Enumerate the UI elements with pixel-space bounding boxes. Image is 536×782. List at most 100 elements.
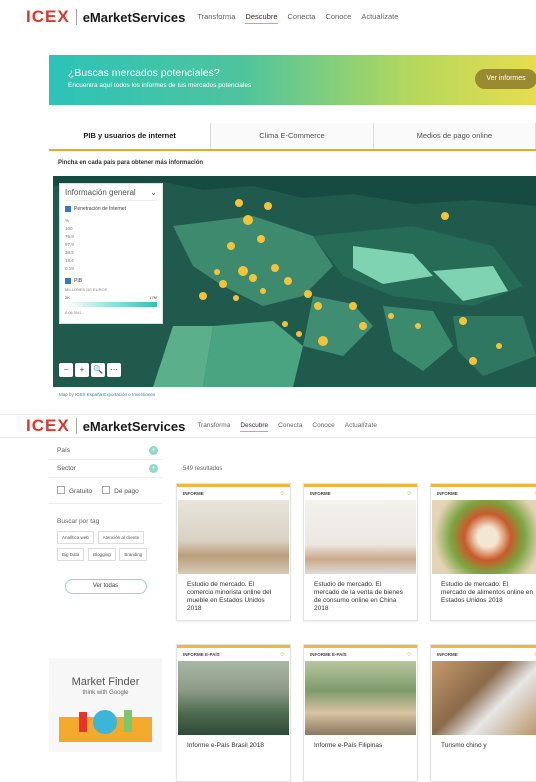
pib-min: 2K [65, 295, 70, 300]
ver-informes-button[interactable]: Ver informes [475, 69, 536, 89]
card-title[interactable]: Informe e-País Brasil 2018 [177, 735, 290, 757]
penetration-scale: % 100 76.9 57.9 38.5 19.6 0.19 [65, 217, 157, 273]
nav-link-actualizate[interactable]: Actualízate [345, 420, 377, 432]
chevron-down-icon[interactable]: ⌄ [150, 188, 157, 197]
logo-separator [75, 418, 77, 434]
card-title[interactable]: Estudio de mercado. El mercado de la ven… [304, 574, 417, 621]
nav-link-conecta[interactable]: Conecta [288, 10, 316, 24]
tag-item[interactable]: Blogging [88, 548, 116, 561]
heart-icon[interactable]: ♡ [280, 491, 284, 496]
heart-icon[interactable]: ♡ [407, 491, 411, 496]
card-image [178, 661, 289, 735]
tab-medios-pago[interactable]: Medios de pago online [373, 123, 536, 149]
market-finder-illustration [59, 710, 152, 742]
zoom-out-button[interactable]: − [59, 363, 73, 377]
filter-sidebar: País + Sector + Gratuito De pago Buscar po… [49, 442, 162, 594]
promo-banner: ¿Buscas mercados potenciales? Encuentra … [49, 55, 536, 105]
report-card[interactable]: INFORME E-PAÍS ♡ Informe e-País Filipinas [303, 644, 418, 782]
scale-value: 38.5 [65, 250, 74, 255]
top-nav-secondary: ICEX eMarketServices Transforma Descubre… [0, 414, 536, 438]
tag-item[interactable]: Atención al cliente [97, 531, 145, 544]
info-panel-title: Información general [65, 188, 136, 197]
report-card[interactable]: INFORME ♡ Estudio de mercado. El mercado … [303, 483, 418, 621]
card-image [178, 500, 289, 574]
pib-range: 2K 17M [65, 295, 157, 300]
tab-pib[interactable]: PIB y usuarios de internet [49, 123, 212, 149]
nav-link-transforma[interactable]: Transforma [197, 10, 235, 24]
tab-clima-ecommerce[interactable]: Clima E-Commerce [211, 123, 374, 149]
card-title[interactable]: Estudio de mercado. El mercado de alimen… [431, 574, 536, 612]
tag-item[interactable]: Branding [119, 548, 148, 561]
nav-link-conecta[interactable]: Conecta [278, 420, 302, 432]
filter-label: País [57, 447, 71, 454]
card-type: INFORME [437, 491, 458, 496]
price-options: Gratuito De pago [49, 478, 162, 504]
map-credit-link[interactable]: ICEX España Exportación e Inversiones [75, 392, 155, 397]
card-type: INFORME E-PAÍS [310, 652, 347, 657]
report-card[interactable]: INFORME ♡ Turismo chino y [430, 644, 536, 782]
search-icon[interactable]: 🔍 [91, 363, 105, 377]
report-card[interactable]: INFORME ♡ Estudio de mercado. El comercio… [176, 483, 291, 621]
nav-links: Transforma Descubre Conecta Conoce Actua… [197, 10, 398, 24]
radio-gratuito[interactable]: Gratuito [57, 486, 92, 495]
scale-value: 57.9 [65, 242, 74, 247]
tag-search: Buscar por tag Analítica web Atención al… [49, 504, 162, 594]
radio-de-pago[interactable]: De pago [102, 486, 139, 495]
emarketservices-logo: eMarketServices [82, 9, 186, 25]
banner-subtitle: Encuentra aquí todos los informes de tus… [68, 82, 252, 89]
scale-value: 19.6 [65, 258, 74, 263]
report-card[interactable]: INFORME E-PAÍS ♡ Informe e-País Brasil 20… [176, 644, 291, 782]
scale-value: 100 [65, 226, 73, 231]
card-type: INFORME [437, 652, 458, 657]
market-finder-title: Market Finder [71, 676, 140, 688]
heart-icon[interactable]: ♡ [280, 652, 284, 657]
tag-item[interactable]: Analítica web [57, 531, 94, 544]
plus-icon[interactable]: + [149, 464, 158, 473]
top-nav: ICEX eMarketServices Transforma Descubre… [0, 0, 536, 34]
heart-icon[interactable]: ♡ [407, 652, 411, 657]
map-footer-prefix: Map by [59, 392, 74, 397]
market-finder-subtitle: think with Google [82, 690, 129, 696]
card-image [432, 661, 536, 735]
card-image [432, 500, 536, 574]
card-title[interactable]: Informe e-País Filipinas [304, 735, 417, 757]
ver-todas-button[interactable]: Ver todas [64, 579, 147, 594]
pib-checkbox[interactable]: PIB [65, 278, 157, 284]
card-image [305, 661, 416, 735]
filter-pais[interactable]: País + [49, 442, 162, 460]
more-icon[interactable]: ⋯ [107, 363, 121, 377]
info-panel: Información general ⌄ Penetración de Inte… [59, 183, 163, 324]
nav-link-transforma[interactable]: Transforma [197, 420, 230, 432]
nav-link-conoce[interactable]: Conoce [312, 420, 334, 432]
filter-label: Sector [57, 465, 76, 472]
plus-icon[interactable]: + [149, 446, 158, 455]
filter-sector[interactable]: Sector + [49, 460, 162, 478]
logo[interactable]: ICEX eMarketServices [26, 7, 185, 27]
pib-gradient-bar [65, 302, 157, 307]
logo[interactable]: ICEX eMarketServices [26, 416, 185, 436]
map-tools: − + 🔍 ⋯ [59, 363, 121, 377]
icex-logo: ICEX [26, 7, 70, 26]
map-tabs: PIB y usuarios de internet Clima E-Comme… [49, 123, 536, 151]
card-title[interactable]: Estudio de mercado. El comercio minorist… [177, 574, 290, 621]
icex-logo: ICEX [26, 416, 70, 435]
logo-separator [75, 9, 77, 25]
nav-link-actualizate[interactable]: Actualízate [361, 10, 398, 24]
scale-value: 0.19 [65, 266, 74, 271]
nav-links: Transforma Descubre Conecta Conoce Actua… [197, 420, 377, 432]
nav-link-descubre[interactable]: Descubre [240, 420, 269, 432]
zoom-in-button[interactable]: + [75, 363, 89, 377]
market-finder-ad[interactable]: Market Finder think with Google [49, 658, 162, 752]
report-card[interactable]: INFORME ♡ Estudio de mercado. El mercado … [430, 483, 536, 621]
map-footer: Map by ICEX España Exportación e Inversi… [53, 389, 536, 401]
tag-search-label: Buscar por tag [57, 518, 100, 525]
nav-link-conoce[interactable]: Conoce [325, 10, 351, 24]
card-title[interactable]: Turismo chino y [431, 735, 536, 757]
tag-item[interactable]: Big Data [57, 548, 85, 561]
card-type: INFORME [310, 491, 331, 496]
penetration-checkbox[interactable]: Penetración de Internet [65, 206, 157, 212]
nav-link-descubre[interactable]: Descubre [245, 10, 278, 24]
card-image [305, 500, 416, 574]
card-type: INFORME E-PAÍS [183, 652, 220, 657]
pib-label: PIB [74, 278, 83, 284]
